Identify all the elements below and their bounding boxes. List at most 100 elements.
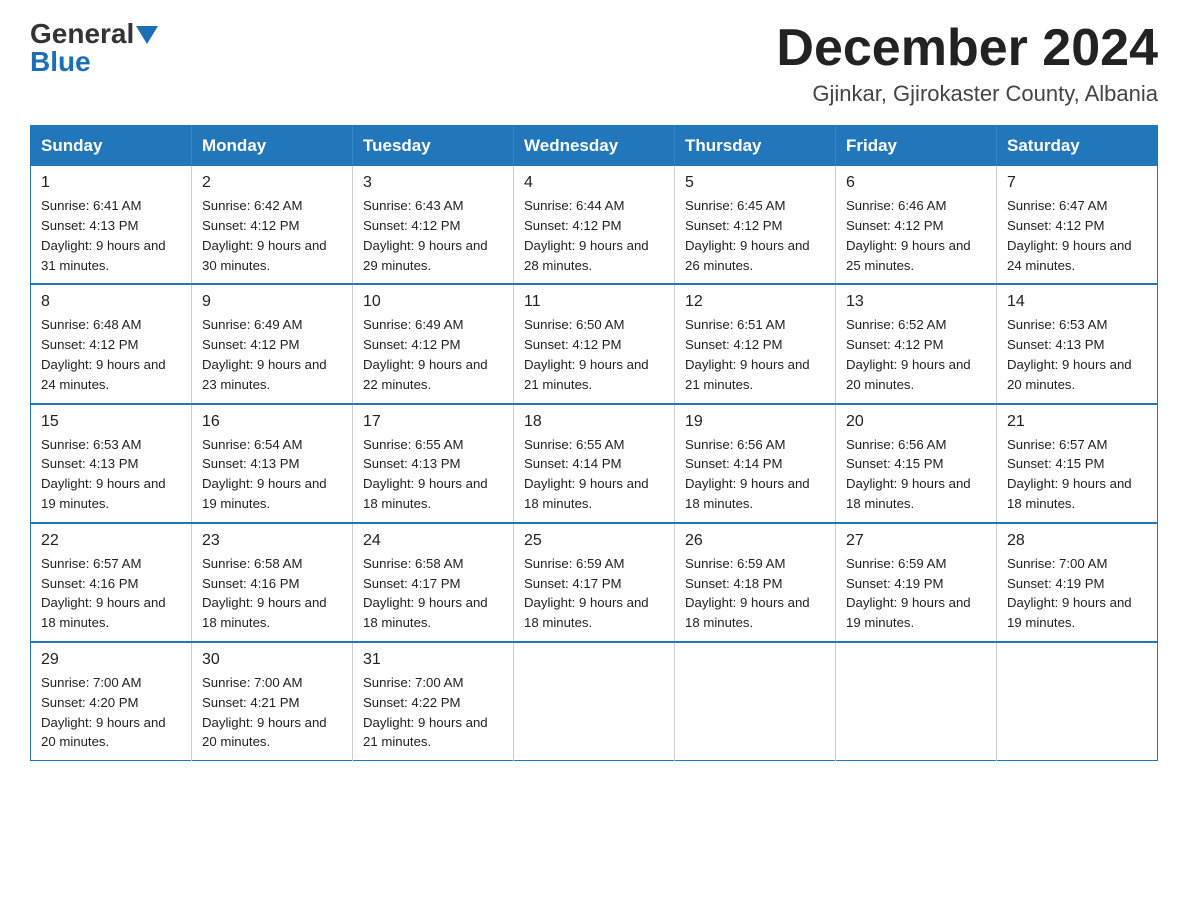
logo-triangle-icon: [136, 26, 158, 44]
calendar-cell: 13 Sunrise: 6:52 AMSunset: 4:12 PMDayligh…: [836, 284, 997, 403]
day-number: 18: [524, 413, 664, 431]
calendar-cell: 24Sunrise: 6:58 AMSunset: 4:17 PMDayligh…: [353, 523, 514, 642]
day-number: 13: [846, 293, 986, 311]
day-number: 28: [1007, 532, 1147, 550]
weekday-header-tuesday: Tuesday: [353, 126, 514, 167]
day-info: Sunrise: 6:52 AMSunset: 4:12 PMDaylight:…: [846, 315, 986, 394]
day-info: Sunrise: 7:00 AMSunset: 4:20 PMDaylight:…: [41, 673, 181, 752]
calendar-cell: [675, 642, 836, 761]
day-number: 4: [524, 174, 664, 192]
day-info: Sunrise: 6:55 AMSunset: 4:14 PMDaylight:…: [524, 435, 664, 514]
weekday-header-friday: Friday: [836, 126, 997, 167]
calendar-cell: 2 Sunrise: 6:42 AMSunset: 4:12 PMDaylight…: [192, 166, 353, 284]
day-info: Sunrise: 6:53 AMSunset: 4:13 PMDaylight:…: [41, 435, 181, 514]
calendar-cell: 20 Sunrise: 6:56 AMSunset: 4:15 PMDayligh…: [836, 404, 997, 523]
day-info: Sunrise: 6:49 AMSunset: 4:12 PMDaylight:…: [202, 315, 342, 394]
calendar-cell: 11Sunrise: 6:50 AMSunset: 4:12 PMDayligh…: [514, 284, 675, 403]
logo-general-text: General: [30, 20, 134, 48]
week-row-1: 1 Sunrise: 6:41 AMSunset: 4:13 PMDaylight…: [31, 166, 1158, 284]
day-info: Sunrise: 7:00 AMSunset: 4:21 PMDaylight:…: [202, 673, 342, 752]
calendar-table: SundayMondayTuesdayWednesdayThursdayFrid…: [30, 125, 1158, 761]
day-number: 22: [41, 532, 181, 550]
location-subtitle: Gjinkar, Gjirokaster County, Albania: [776, 81, 1158, 107]
calendar-cell: 12 Sunrise: 6:51 AMSunset: 4:12 PMDayligh…: [675, 284, 836, 403]
day-info: Sunrise: 6:59 AMSunset: 4:19 PMDaylight:…: [846, 554, 986, 633]
day-info: Sunrise: 7:00 AMSunset: 4:22 PMDaylight:…: [363, 673, 503, 752]
day-number: 2: [202, 174, 342, 192]
day-number: 12: [685, 293, 825, 311]
week-row-5: 29Sunrise: 7:00 AMSunset: 4:20 PMDayligh…: [31, 642, 1158, 761]
title-block: December 2024 Gjinkar, Gjirokaster Count…: [776, 20, 1158, 107]
day-info: Sunrise: 6:58 AMSunset: 4:17 PMDaylight:…: [363, 554, 503, 633]
week-row-4: 22 Sunrise: 6:57 AMSunset: 4:16 PMDayligh…: [31, 523, 1158, 642]
day-number: 3: [363, 174, 503, 192]
calendar-cell: 6Sunrise: 6:46 AMSunset: 4:12 PMDaylight…: [836, 166, 997, 284]
day-info: Sunrise: 6:53 AMSunset: 4:13 PMDaylight:…: [1007, 315, 1147, 394]
calendar-cell: 30Sunrise: 7:00 AMSunset: 4:21 PMDayligh…: [192, 642, 353, 761]
day-info: Sunrise: 6:49 AMSunset: 4:12 PMDaylight:…: [363, 315, 503, 394]
calendar-cell: 14 Sunrise: 6:53 AMSunset: 4:13 PMDayligh…: [997, 284, 1158, 403]
calendar-cell: 10 Sunrise: 6:49 AMSunset: 4:12 PMDayligh…: [353, 284, 514, 403]
calendar-cell: [514, 642, 675, 761]
weekday-header-thursday: Thursday: [675, 126, 836, 167]
day-number: 7: [1007, 174, 1147, 192]
calendar-cell: 31 Sunrise: 7:00 AMSunset: 4:22 PMDayligh…: [353, 642, 514, 761]
calendar-cell: 25Sunrise: 6:59 AMSunset: 4:17 PMDayligh…: [514, 523, 675, 642]
day-number: 16: [202, 413, 342, 431]
day-number: 17: [363, 413, 503, 431]
weekday-header-saturday: Saturday: [997, 126, 1158, 167]
calendar-cell: 4Sunrise: 6:44 AMSunset: 4:12 PMDaylight…: [514, 166, 675, 284]
weekday-header-sunday: Sunday: [31, 126, 192, 167]
calendar-cell: 9 Sunrise: 6:49 AMSunset: 4:12 PMDaylight…: [192, 284, 353, 403]
weekday-header-row: SundayMondayTuesdayWednesdayThursdayFrid…: [31, 126, 1158, 167]
day-number: 19: [685, 413, 825, 431]
day-info: Sunrise: 6:56 AMSunset: 4:15 PMDaylight:…: [846, 435, 986, 514]
logo-blue-text: Blue: [30, 48, 91, 76]
day-number: 20: [846, 413, 986, 431]
day-info: Sunrise: 6:57 AMSunset: 4:16 PMDaylight:…: [41, 554, 181, 633]
calendar-cell: 16 Sunrise: 6:54 AMSunset: 4:13 PMDayligh…: [192, 404, 353, 523]
week-row-3: 15 Sunrise: 6:53 AMSunset: 4:13 PMDayligh…: [31, 404, 1158, 523]
calendar-cell: 1 Sunrise: 6:41 AMSunset: 4:13 PMDaylight…: [31, 166, 192, 284]
day-number: 11: [524, 293, 664, 311]
day-info: Sunrise: 6:55 AMSunset: 4:13 PMDaylight:…: [363, 435, 503, 514]
day-number: 14: [1007, 293, 1147, 311]
calendar-cell: 29Sunrise: 7:00 AMSunset: 4:20 PMDayligh…: [31, 642, 192, 761]
day-number: 21: [1007, 413, 1147, 431]
month-title: December 2024: [776, 20, 1158, 77]
calendar-cell: 7Sunrise: 6:47 AMSunset: 4:12 PMDaylight…: [997, 166, 1158, 284]
day-info: Sunrise: 6:59 AMSunset: 4:18 PMDaylight:…: [685, 554, 825, 633]
page-header: General Blue December 2024 Gjinkar, Gjir…: [30, 20, 1158, 107]
day-number: 27: [846, 532, 986, 550]
weekday-header-monday: Monday: [192, 126, 353, 167]
day-info: Sunrise: 6:41 AMSunset: 4:13 PMDaylight:…: [41, 196, 181, 275]
calendar-cell: 8 Sunrise: 6:48 AMSunset: 4:12 PMDaylight…: [31, 284, 192, 403]
day-info: Sunrise: 6:54 AMSunset: 4:13 PMDaylight:…: [202, 435, 342, 514]
day-info: Sunrise: 7:00 AMSunset: 4:19 PMDaylight:…: [1007, 554, 1147, 633]
day-info: Sunrise: 6:42 AMSunset: 4:12 PMDaylight:…: [202, 196, 342, 275]
day-number: 23: [202, 532, 342, 550]
day-number: 25: [524, 532, 664, 550]
calendar-cell: 18 Sunrise: 6:55 AMSunset: 4:14 PMDayligh…: [514, 404, 675, 523]
day-number: 1: [41, 174, 181, 192]
day-number: 9: [202, 293, 342, 311]
logo: General Blue: [30, 20, 158, 76]
calendar-cell: 26Sunrise: 6:59 AMSunset: 4:18 PMDayligh…: [675, 523, 836, 642]
day-info: Sunrise: 6:58 AMSunset: 4:16 PMDaylight:…: [202, 554, 342, 633]
day-number: 15: [41, 413, 181, 431]
day-number: 8: [41, 293, 181, 311]
day-info: Sunrise: 6:56 AMSunset: 4:14 PMDaylight:…: [685, 435, 825, 514]
day-number: 10: [363, 293, 503, 311]
calendar-cell: 23 Sunrise: 6:58 AMSunset: 4:16 PMDayligh…: [192, 523, 353, 642]
calendar-cell: 19 Sunrise: 6:56 AMSunset: 4:14 PMDayligh…: [675, 404, 836, 523]
calendar-cell: 3Sunrise: 6:43 AMSunset: 4:12 PMDaylight…: [353, 166, 514, 284]
calendar-cell: [997, 642, 1158, 761]
calendar-cell: 15 Sunrise: 6:53 AMSunset: 4:13 PMDayligh…: [31, 404, 192, 523]
day-number: 31: [363, 651, 503, 669]
day-info: Sunrise: 6:51 AMSunset: 4:12 PMDaylight:…: [685, 315, 825, 394]
calendar-cell: 5Sunrise: 6:45 AMSunset: 4:12 PMDaylight…: [675, 166, 836, 284]
week-row-2: 8 Sunrise: 6:48 AMSunset: 4:12 PMDaylight…: [31, 284, 1158, 403]
day-info: Sunrise: 6:48 AMSunset: 4:12 PMDaylight:…: [41, 315, 181, 394]
calendar-cell: 28 Sunrise: 7:00 AMSunset: 4:19 PMDayligh…: [997, 523, 1158, 642]
day-number: 5: [685, 174, 825, 192]
